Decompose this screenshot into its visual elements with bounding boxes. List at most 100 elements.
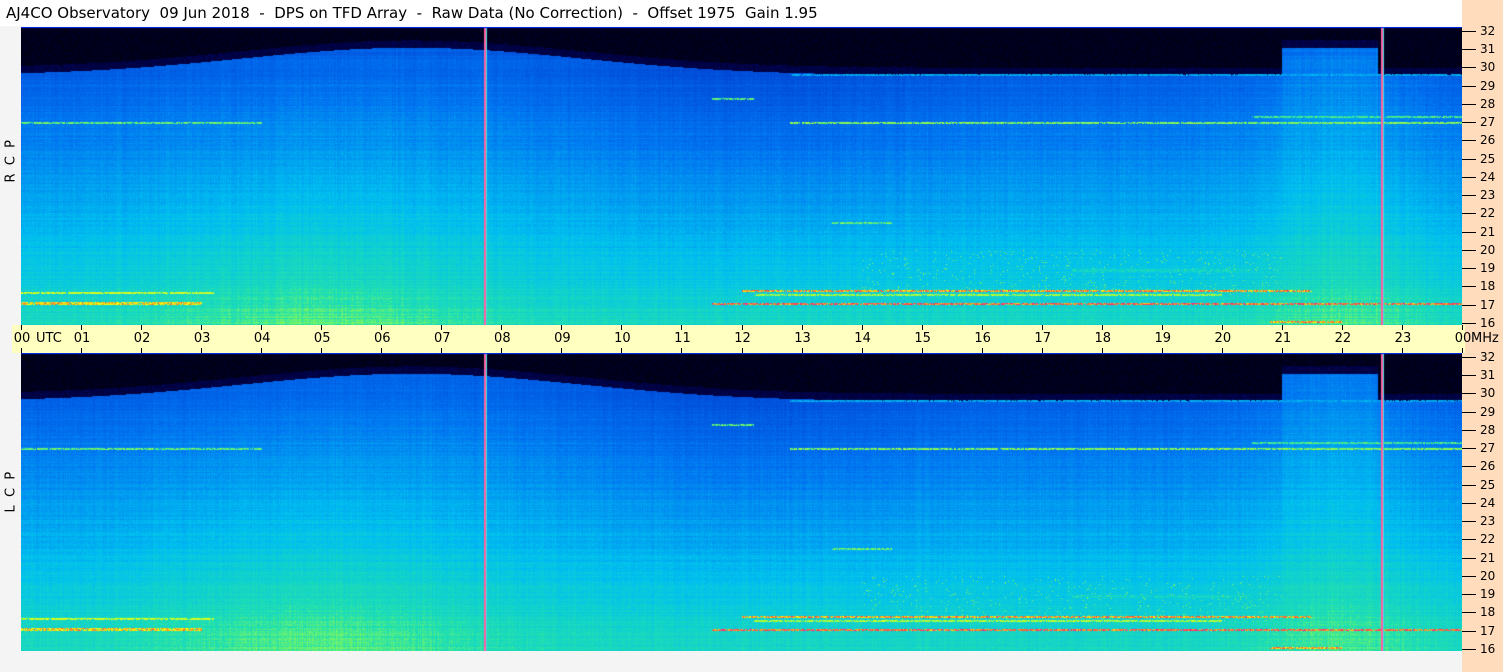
y-tick [1462, 429, 1476, 431]
x-unit-label: UTC [36, 331, 62, 346]
y-tick-label: 31 [1480, 368, 1496, 383]
x-tick-label: 09 [554, 331, 571, 346]
y-tick-label: 21 [1480, 224, 1496, 239]
x-tick [441, 348, 443, 353]
x-tick-label: 07 [434, 331, 451, 346]
x-tick [21, 348, 22, 353]
x-tick [681, 325, 683, 330]
x-tick-label: 17 [1034, 331, 1051, 346]
x-tick-label: 02 [133, 331, 151, 346]
y-tick-label: 29 [1480, 78, 1496, 93]
y-tick-label: 32 [1480, 349, 1496, 364]
x-tick [1401, 348, 1403, 353]
x-tick-label: 08 [494, 331, 511, 346]
x-tick [801, 348, 803, 353]
y-tick [1462, 594, 1476, 596]
x-tick [1101, 348, 1103, 353]
chart-title: AJ4CO Observatory 09 Jun 2018 - DPS on T… [0, 0, 1503, 26]
x-tick-label: 13 [794, 331, 811, 346]
y-tick [1462, 484, 1476, 486]
y-tick [1462, 195, 1476, 197]
y-tick-label: 20 [1480, 242, 1496, 257]
y-tick [1462, 557, 1476, 559]
y-tick [1462, 122, 1476, 124]
x-tick-label: 06 [373, 331, 391, 346]
x-tick [141, 348, 143, 353]
x-tick [261, 325, 263, 330]
x-tick [1161, 325, 1163, 330]
y-tick [1462, 466, 1476, 468]
x-tick-label: 10 [614, 331, 631, 346]
y-tick [1462, 356, 1476, 358]
x-tick [21, 325, 22, 330]
x-tick-label: 04 [253, 331, 271, 346]
y-tick [1462, 67, 1476, 69]
y-tick-label: 24 [1480, 169, 1496, 184]
y-tick-label: 17 [1480, 623, 1496, 638]
x-tick-label: 22 [1334, 331, 1352, 346]
x-tick [1281, 348, 1283, 353]
x-tick-label: 00 [1454, 331, 1472, 346]
x-tick-label: 15 [914, 331, 931, 346]
y-tick-label: 18 [1480, 605, 1496, 620]
x-tick [201, 348, 203, 353]
x-tick [561, 348, 563, 353]
x-tick-label: 05 [313, 331, 331, 346]
y-tick [1462, 411, 1476, 413]
x-tick-label: 00 [13, 331, 31, 346]
x-tick [321, 325, 323, 330]
x-tick [1462, 348, 1463, 353]
y-tick-label: 28 [1480, 96, 1496, 111]
x-tick-label: 23 [1394, 331, 1412, 346]
x-tick [1041, 348, 1043, 353]
x-tick [861, 325, 863, 330]
y-tick [1462, 323, 1476, 324]
x-tick [1221, 325, 1223, 330]
lcp-label: L C P [3, 471, 19, 513]
x-tick [921, 348, 923, 353]
y-tick-label: 19 [1480, 261, 1496, 276]
y-tick [1462, 612, 1476, 614]
y-tick-label: 32 [1480, 23, 1496, 38]
y-tick [1462, 213, 1476, 215]
y-tick-label: 30 [1480, 60, 1496, 75]
x-tick [741, 348, 743, 353]
y-tick [1462, 448, 1476, 450]
y-tick-label: 19 [1480, 587, 1496, 602]
x-tick [1161, 348, 1163, 353]
y-tick-label: 18 [1480, 279, 1496, 294]
y-tick [1462, 85, 1476, 87]
y-tick [1462, 30, 1476, 32]
y-tick-label: 26 [1480, 133, 1496, 148]
y-tick [1462, 393, 1476, 395]
lcp-heatmap [21, 353, 1462, 651]
y-tick [1462, 502, 1476, 504]
y-tick [1462, 649, 1476, 650]
x-tick-label: 18 [1094, 331, 1112, 346]
y-tick-label: 28 [1480, 422, 1496, 437]
x-tick [1101, 325, 1103, 330]
x-tick [81, 325, 83, 330]
x-tick [441, 325, 443, 330]
y-tick-label: 26 [1480, 459, 1496, 474]
y-tick [1462, 286, 1476, 288]
y-tick [1462, 49, 1476, 51]
y-tick [1462, 575, 1476, 577]
x-tick [141, 325, 143, 330]
x-tick [321, 348, 323, 353]
x-tick-label: 14 [854, 331, 871, 346]
y-tick-label: 24 [1480, 495, 1496, 510]
x-tick-label: 20 [1214, 331, 1232, 346]
x-tick [1401, 325, 1403, 330]
y-tick [1462, 630, 1476, 632]
y-tick-label: 16 [1480, 316, 1496, 330]
y-tick [1462, 140, 1476, 142]
y-tick [1462, 158, 1476, 160]
y-tick-label: 22 [1480, 206, 1496, 221]
y-tick-label: 21 [1480, 550, 1496, 565]
lcp-spectrogram-panel [21, 353, 1462, 651]
y-tick-label: 30 [1480, 386, 1496, 401]
y-tick [1462, 521, 1476, 523]
y-tick [1462, 268, 1476, 270]
x-tick [801, 325, 803, 330]
